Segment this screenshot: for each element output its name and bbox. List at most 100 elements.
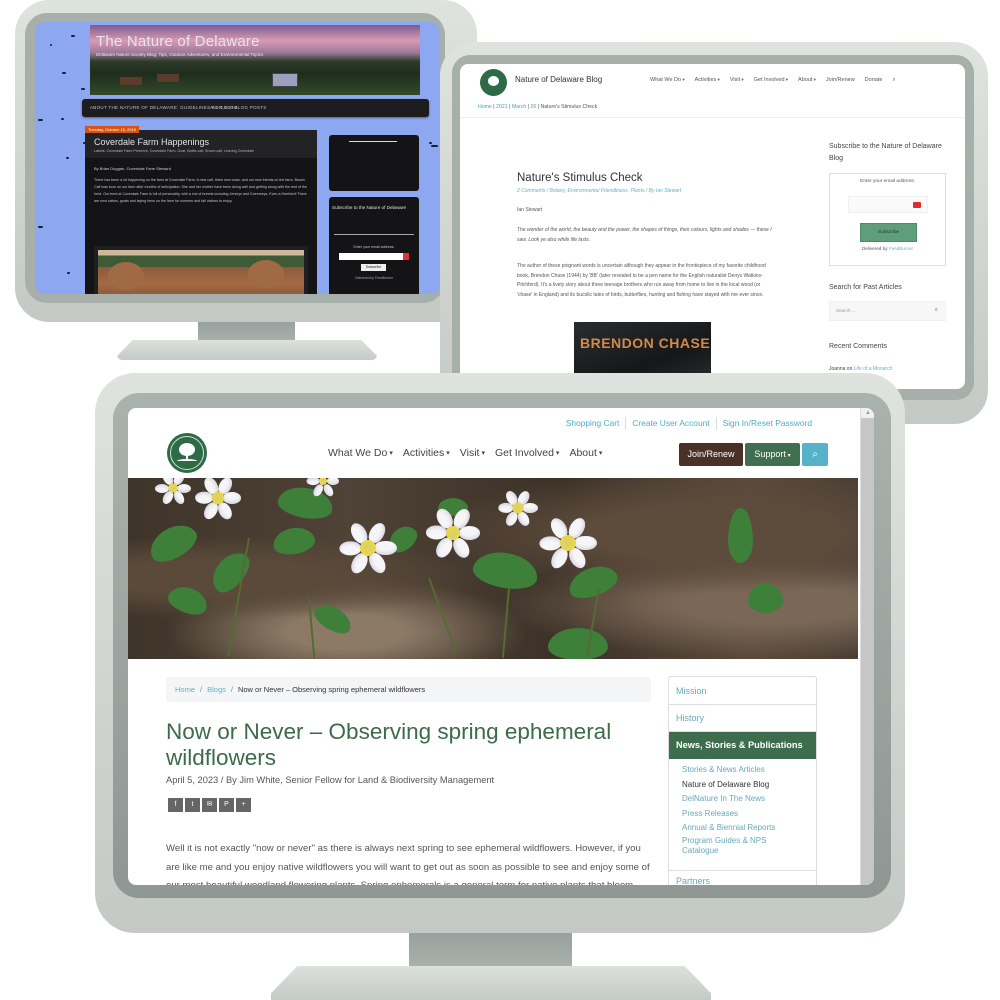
nav-visit[interactable]: Visit — [730, 77, 744, 84]
sidebar-subitem-program-guides[interactable]: Program Guides & NPS Catalogue — [682, 836, 777, 856]
nav-join-renew[interactable]: Join/Renew — [826, 77, 855, 84]
bird-silhouette — [429, 142, 433, 145]
post-labels: Labels: Coverdale Farm Preserve, Coverda… — [94, 149, 254, 153]
subscribe-heading: Subscribe to the Nature of Delaware Blog — [829, 143, 942, 162]
subscribe-button[interactable]: Subscribe — [361, 264, 386, 271]
comment-on: on — [845, 366, 854, 372]
sidebar-subitems: Stories & News Articles Nature of Delawa… — [682, 763, 777, 856]
bird-silhouette — [38, 226, 43, 229]
post-title[interactable]: Coverdale Farm Happenings — [94, 137, 209, 147]
sidebar-subitem-in-the-news[interactable]: DelNature In The News — [682, 792, 777, 807]
leaf-shape — [310, 599, 356, 639]
sidebar-item-mission[interactable]: Mission — [669, 677, 816, 705]
comment-post-link[interactable]: Life of a Monarch — [854, 366, 893, 372]
password-manager-icon — [913, 202, 921, 208]
main-nav: What We Do Activities Visit Get Involved… — [328, 447, 602, 459]
search-input[interactable]: Search ... ⌕ — [829, 301, 946, 321]
nav-get-involved[interactable]: Get Involved — [754, 77, 788, 84]
sidebar-subitem-reports[interactable]: Annual & Biennial Reports — [682, 821, 777, 836]
blog-site-name[interactable]: Nature of Delaware Blog — [515, 75, 602, 84]
old-blog-screen: The Nature of Delaware Delaware Nature S… — [35, 22, 440, 294]
leaf-shape — [271, 524, 317, 558]
water-wave-icon — [177, 459, 197, 463]
breadcrumb-blogs[interactable]: Blogs — [207, 685, 226, 694]
hero-wildflower-image — [128, 478, 858, 659]
flower-stamens — [358, 538, 378, 558]
support-dropdown-button[interactable]: Support — [745, 443, 800, 466]
nav-what-we-do[interactable]: What We Do — [650, 77, 685, 84]
post-byline: By Brian Duggan, Coverdale Farm Steward — [94, 166, 171, 171]
sidebar-item-history[interactable]: History — [669, 704, 816, 732]
subscribe-button[interactable]: Subscribe — [860, 223, 917, 242]
breadcrumb-month[interactable]: March — [512, 104, 526, 110]
sidebar-subitem-press[interactable]: Press Releases — [682, 807, 777, 822]
sidebar-subitem-blog-current[interactable]: Nature of Delaware Blog — [682, 778, 777, 793]
leaf-shape — [728, 508, 753, 563]
search-icon[interactable]: ⌕ — [892, 77, 895, 84]
pinterest-share-icon[interactable]: P — [219, 798, 234, 812]
bird-silhouette — [65, 156, 69, 159]
twitter-share-icon[interactable]: t — [185, 798, 200, 812]
breadcrumb-home[interactable]: Home — [478, 104, 492, 110]
nav-about[interactable]: About — [569, 447, 602, 459]
monitor-stand-base — [271, 966, 711, 1000]
blog-header-banner: The Nature of Delaware Delaware Nature S… — [90, 25, 420, 95]
breadcrumb-sep: / — [200, 685, 203, 694]
breadcrumb: Home / Blogs / Now or Never – Observing spri… — [166, 677, 651, 702]
more-share-icon[interactable]: + — [236, 798, 251, 812]
broken-image-icon — [349, 141, 397, 151]
calf-ear — [108, 262, 144, 290]
flower-stem — [428, 577, 458, 654]
flower-stamens — [210, 490, 226, 506]
blog-nav-bar: ABOUT THE NATURE OF DELAWARE: GUIDELINES… — [82, 99, 429, 117]
email-input[interactable] — [848, 196, 928, 213]
feedburner-link[interactable]: FeedBurner — [889, 246, 913, 251]
sidebar-item-partners[interactable]: Partners — [669, 870, 816, 885]
email-input[interactable] — [339, 253, 409, 260]
create-account-link[interactable]: Create User Account — [625, 417, 715, 430]
nav-activities[interactable]: Activities — [695, 77, 720, 84]
bird-silhouette — [49, 44, 53, 47]
bird-silhouette — [81, 87, 86, 90]
article-body: Well it is not exactly "now or never" as… — [166, 843, 650, 885]
shopping-cart-link[interactable]: Shopping Cart — [560, 417, 626, 430]
nav-what-we-do[interactable]: What We Do — [328, 447, 393, 459]
flower-stem — [308, 597, 317, 659]
flower-stamens — [444, 524, 462, 542]
post-title: Nature's Stimulus Check — [517, 172, 643, 184]
nav-activities[interactable]: Activities — [403, 447, 450, 459]
sidebar-item-news-active[interactable]: News, Stories & Publications — [669, 732, 816, 759]
blog-tagline: Delaware Nature Society Blog: Tips, Outd… — [96, 52, 264, 57]
join-renew-button[interactable]: Join/Renew — [679, 443, 743, 466]
bird-silhouette — [60, 118, 64, 121]
breadcrumb-year[interactable]: 2021 — [496, 104, 508, 110]
search-icon: ⌕ — [812, 449, 818, 460]
facebook-share-icon[interactable]: f — [168, 798, 183, 812]
sidebar-subitem-stories[interactable]: Stories & News Articles — [682, 763, 777, 778]
post-quote: The wonder of the world, the beauty and … — [517, 227, 772, 243]
search-button[interactable]: ⌕ — [802, 443, 828, 466]
nav-visit[interactable]: Visit — [460, 447, 485, 459]
nav-link-all-posts[interactable]: ALL 4,100 BLOG POSTS — [210, 105, 267, 110]
leaf-shape — [143, 517, 203, 569]
scroll-up-arrow-icon[interactable]: ▲ — [861, 408, 874, 418]
nav-donate[interactable]: Donate — [865, 77, 883, 84]
breadcrumb: Home | 2021 | March | 26 | Nature's Stim… — [478, 104, 597, 110]
dns-logo-icon[interactable] — [480, 69, 507, 96]
scrollbar[interactable]: ▲ — [860, 408, 874, 885]
nav-get-involved[interactable]: Get Involved — [495, 447, 559, 459]
wordpress-blog-screen: Nature of Delaware Blog What We Do Activ… — [460, 64, 965, 389]
delaware-nature-society-logo[interactable] — [167, 433, 207, 473]
blog-site-title[interactable]: The Nature of Delaware — [96, 33, 260, 50]
nav-about[interactable]: About — [798, 77, 816, 84]
comment-author: Joanna — [829, 366, 846, 372]
bench-image — [157, 74, 179, 82]
email-share-icon[interactable]: ✉ — [202, 798, 217, 812]
breadcrumb-current: Nature's Stimulus Check — [540, 104, 598, 110]
sign-in-link[interactable]: Sign In/Reset Password — [715, 417, 818, 430]
search-icon[interactable]: ⌕ — [935, 307, 938, 314]
bird-silhouette — [62, 72, 66, 75]
monitor-stand-neck — [198, 322, 295, 342]
breadcrumb-home[interactable]: Home — [175, 685, 195, 694]
post-meta[interactable]: 2 Comments / Botany, Environmental Frien… — [517, 188, 681, 194]
